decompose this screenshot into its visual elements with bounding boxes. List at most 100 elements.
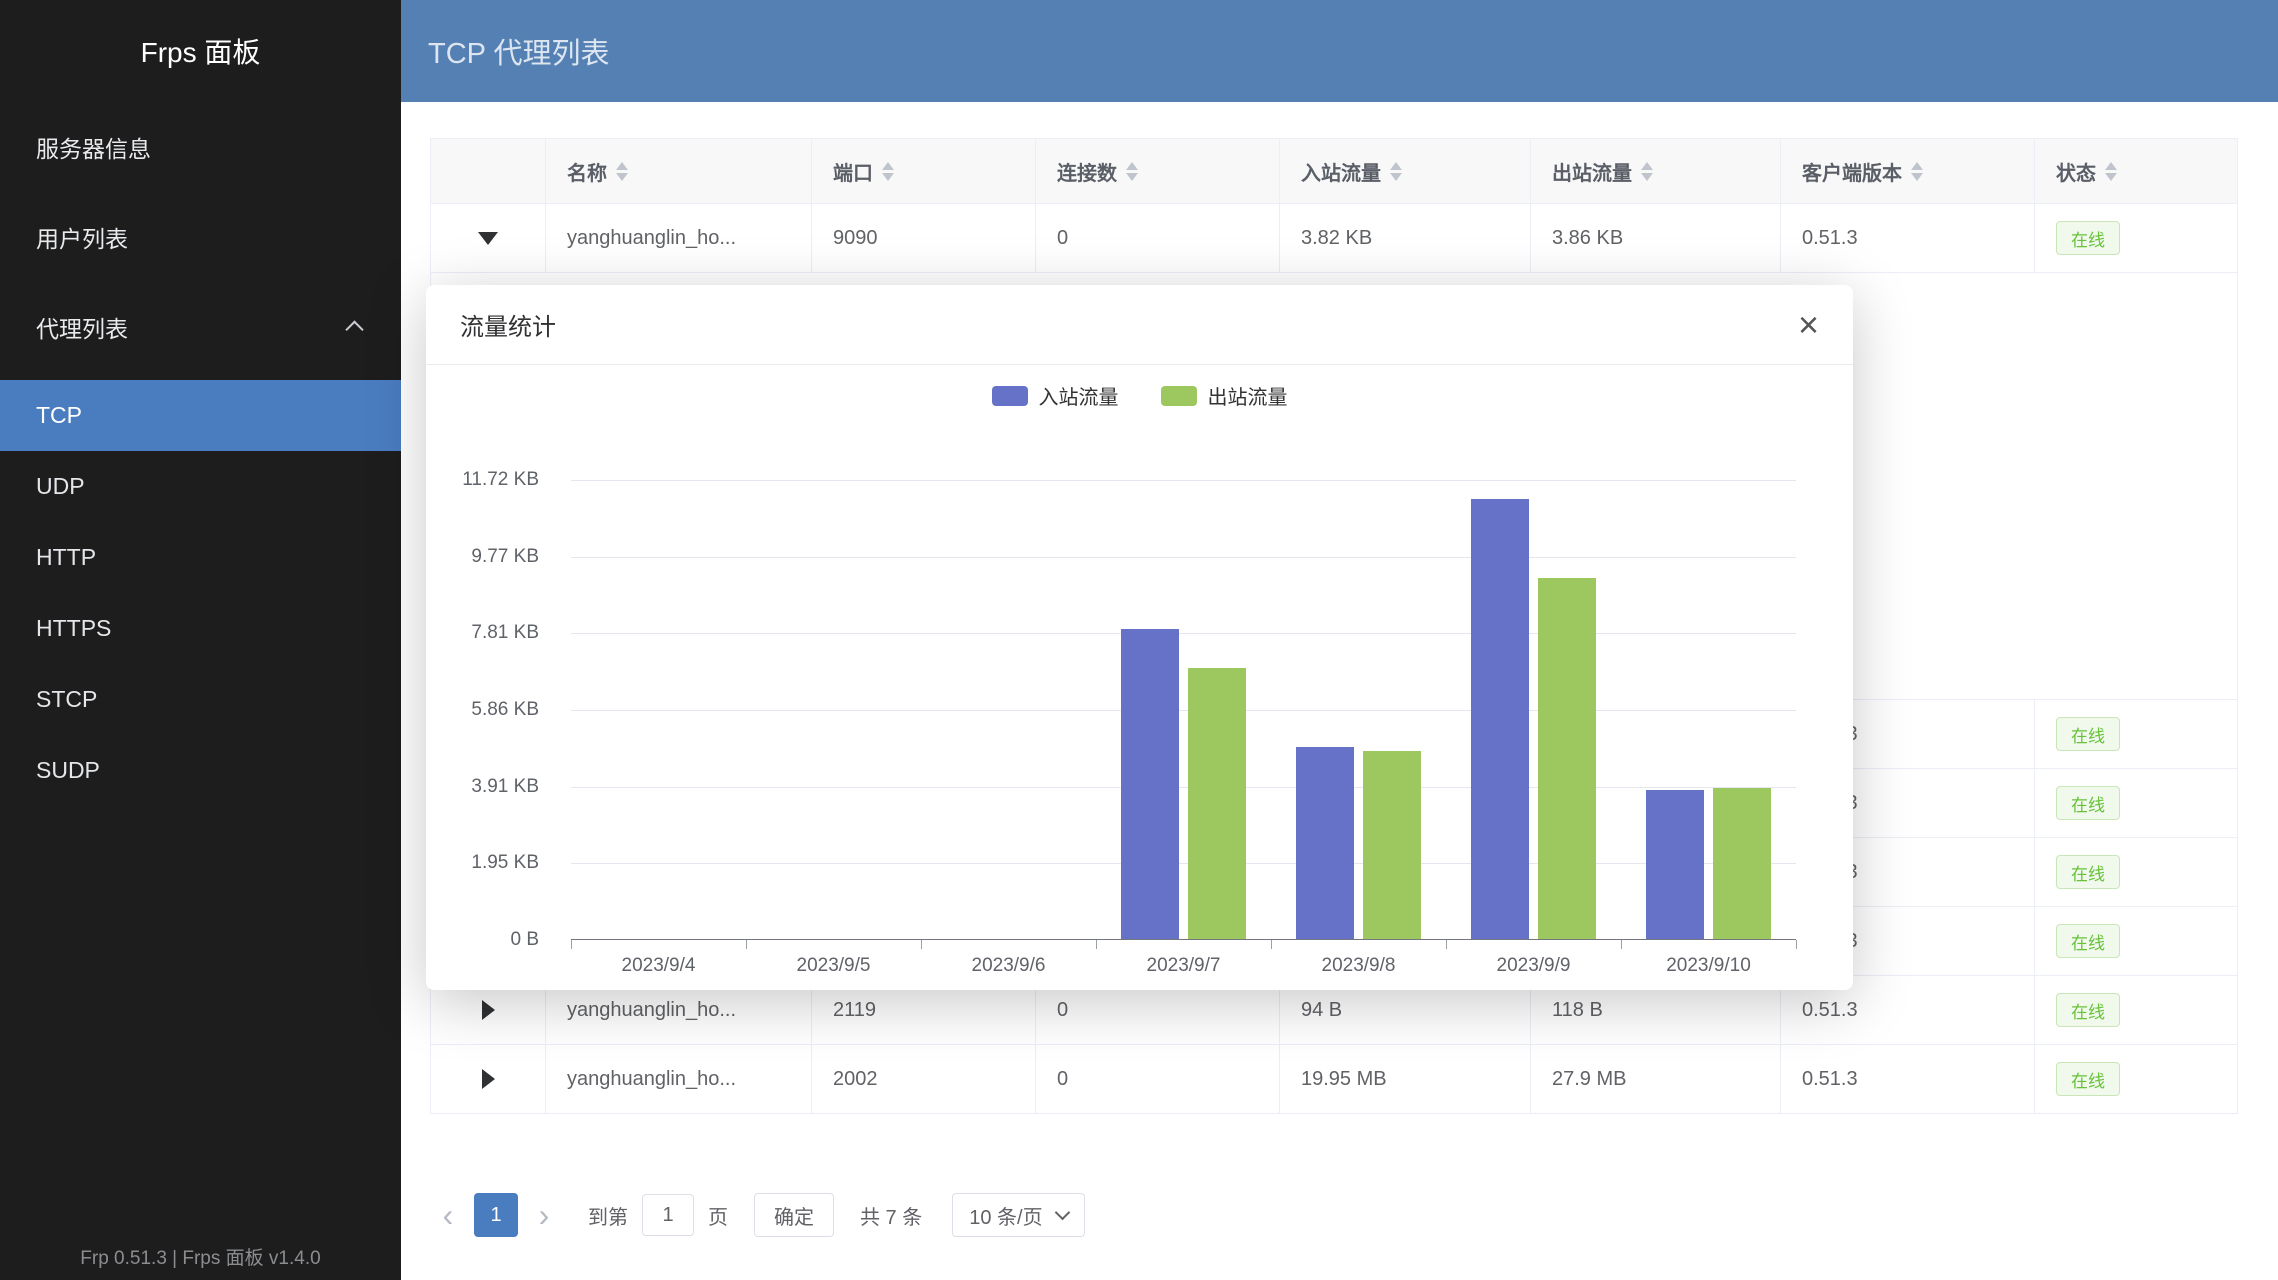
axis-tick (746, 940, 747, 949)
cell-status: 在线 (2035, 976, 2239, 1044)
chart-bar-inbound (1121, 629, 1179, 939)
column-header-3[interactable]: 连接数 (1036, 139, 1280, 203)
axis-tick (1796, 940, 1797, 949)
confirm-button[interactable]: 确定 (754, 1193, 834, 1237)
y-tick-label: 9.77 KB (426, 545, 539, 569)
inbound-swatch-icon (992, 386, 1028, 406)
axis-tick (571, 940, 572, 949)
sidebar-item-label: 服务器信息 (36, 130, 151, 164)
sidebar-item-server-info[interactable]: 服务器信息 (0, 102, 401, 192)
column-header-4[interactable]: 入站流量 (1280, 139, 1531, 203)
chart-bar-outbound (1363, 751, 1421, 939)
prev-page-button[interactable]: ‹ (430, 1199, 466, 1231)
x-tick-label: 2023/9/6 (921, 955, 1096, 977)
goto-page-input[interactable] (642, 1194, 694, 1236)
y-tick-label: 7.81 KB (426, 621, 539, 645)
sidebar-item-sudp[interactable]: SUDP (0, 735, 401, 806)
column-header-5[interactable]: 出站流量 (1531, 139, 1781, 203)
expand-row-icon[interactable] (482, 1000, 495, 1020)
y-tick-label: 0 B (426, 928, 539, 952)
status-badge: 在线 (2056, 717, 2120, 751)
chevron-down-icon (1054, 1204, 1070, 1220)
cell-port: 2002 (812, 1045, 1036, 1113)
sidebar: Frps 面板 服务器信息 用户列表 代理列表 TCPUDPHTTPHTTPSS… (0, 0, 401, 1280)
cell-status: 在线 (2035, 1045, 2239, 1113)
cell-traffic-in: 19.95 MB (1280, 1045, 1531, 1113)
table-row: yanghuanglin_ho...2002019.95 MB27.9 MB0.… (431, 1045, 2237, 1114)
collapse-row-icon[interactable] (478, 232, 498, 245)
page-1-button[interactable]: 1 (474, 1193, 518, 1237)
expand-row-icon[interactable] (482, 1069, 495, 1089)
x-tick-label: 2023/9/10 (1621, 955, 1796, 977)
sidebar-item-http[interactable]: HTTP (0, 522, 401, 593)
y-tick-label: 1.95 KB (426, 851, 539, 875)
axis-tick (921, 940, 922, 949)
legend-outbound[interactable]: 出站流量 (1161, 381, 1288, 410)
cell-version: 0.51.3 (1781, 1045, 2035, 1113)
modal-header: 流量统计 × (426, 285, 1853, 365)
sidebar-item-proxy-list[interactable]: 代理列表 (0, 282, 401, 372)
chevron-up-icon (345, 320, 363, 338)
bar-group (746, 480, 921, 939)
column-header-1[interactable]: 名称 (546, 139, 812, 203)
bar-group (921, 480, 1096, 939)
cell-name: yanghuanglin_ho... (546, 1045, 812, 1113)
expand-cell (431, 1045, 546, 1113)
sidebar-item-udp[interactable]: UDP (0, 451, 401, 522)
column-header-2[interactable]: 端口 (812, 139, 1036, 203)
y-tick-label: 11.72 KB (426, 468, 539, 492)
page-size-value: 10 条/页 (969, 1201, 1042, 1230)
status-badge: 在线 (2056, 786, 2120, 820)
chart-y-axis: 0 B1.95 KB3.91 KB5.86 KB7.81 KB9.77 KB11… (426, 480, 555, 940)
chart-bar-outbound (1538, 578, 1596, 939)
cell-connections: 0 (1036, 204, 1280, 272)
sidebar-item-stcp[interactable]: STCP (0, 664, 401, 735)
cell-name: yanghuanglin_ho... (546, 204, 812, 272)
legend-label: 入站流量 (1039, 381, 1119, 410)
chart-bar-outbound (1713, 788, 1771, 939)
column-label: 名称 (567, 157, 607, 186)
sort-carets-icon (1911, 162, 1923, 181)
bar-group (571, 480, 746, 939)
sort-carets-icon (1641, 162, 1653, 181)
page-unit-label: 页 (708, 1201, 728, 1230)
total-count-label: 共 7 条 (860, 1201, 922, 1230)
y-tick-label: 3.91 KB (426, 775, 539, 799)
legend-label: 出站流量 (1208, 381, 1288, 410)
chart-legend: 入站流量 出站流量 (426, 381, 1853, 410)
sidebar-item-tcp[interactable]: TCP (0, 380, 401, 451)
chart-bar-inbound (1471, 499, 1529, 939)
axis-tick (1096, 940, 1097, 949)
close-icon[interactable]: × (1798, 307, 1819, 343)
column-label: 入站流量 (1301, 157, 1381, 186)
page-size-select[interactable]: 10 条/页 (952, 1193, 1084, 1237)
legend-inbound[interactable]: 入站流量 (992, 381, 1119, 410)
sidebar-item-user-list[interactable]: 用户列表 (0, 192, 401, 282)
cell-port: 9090 (812, 204, 1036, 272)
app-header: TCP 代理列表 (401, 0, 2278, 102)
cell-traffic-out: 3.86 KB (1531, 204, 1781, 272)
app-root: Frps 面板 服务器信息 用户列表 代理列表 TCPUDPHTTPHTTPSS… (0, 0, 2278, 1280)
expand-column-header (431, 139, 546, 203)
chart-x-axis: 2023/9/42023/9/52023/9/62023/9/72023/9/8… (571, 955, 1796, 977)
column-header-6[interactable]: 客户端版本 (1781, 139, 2035, 203)
sidebar-item-label: 代理列表 (36, 310, 128, 344)
sidebar-footer-version: Frp 0.51.3 | Frps 面板 v1.4.0 (0, 1243, 401, 1270)
axis-tick (1621, 940, 1622, 949)
column-label: 状态 (2056, 157, 2096, 186)
next-page-button[interactable]: › (526, 1199, 562, 1231)
column-header-7[interactable]: 状态 (2035, 139, 2239, 203)
table-header-row: 名称 端口 连接数入站流量 出站流量 客户端版本状态 (431, 139, 2237, 204)
column-label: 端口 (833, 157, 873, 186)
column-label: 出站流量 (1552, 157, 1632, 186)
sort-carets-icon (1126, 162, 1138, 181)
cell-status: 在线 (2035, 769, 2239, 837)
sidebar-item-https[interactable]: HTTPS (0, 593, 401, 664)
x-tick-label: 2023/9/5 (746, 955, 921, 977)
chart-plot-area (571, 480, 1796, 940)
cell-traffic-in: 3.82 KB (1280, 204, 1531, 272)
pagination: ‹ 1 › 到第 页 确定 共 7 条 10 条/页 (430, 1192, 1085, 1238)
traffic-stats-modal: 流量统计 × 入站流量 出站流量 0 B1.95 KB3.91 KB5.86 K… (426, 285, 1853, 990)
sort-carets-icon (2105, 162, 2117, 181)
x-tick-label: 2023/9/8 (1271, 955, 1446, 977)
